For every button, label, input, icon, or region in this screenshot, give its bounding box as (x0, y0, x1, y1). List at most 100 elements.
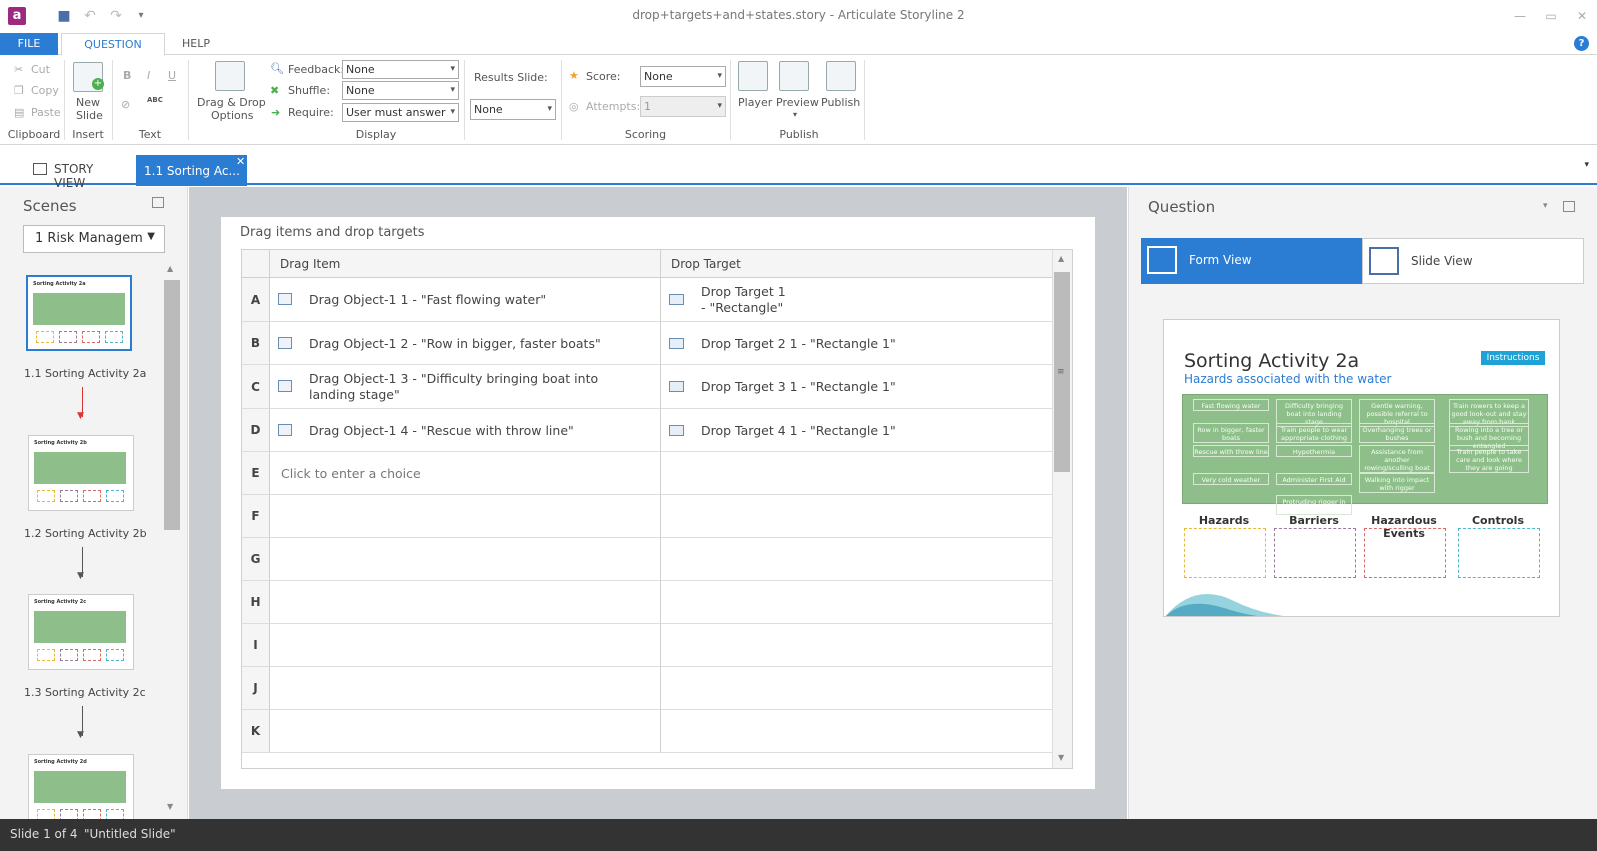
group-label-display: Display (355, 128, 397, 141)
status-slide-count: Slide 1 of 4 (10, 827, 78, 841)
drag-item-cell[interactable] (270, 624, 660, 667)
drop-target-cell[interactable]: Drop Target 4 1 - "Rectangle 1" (660, 409, 1072, 452)
drop-target-cell[interactable] (660, 538, 1072, 581)
require-dropdown[interactable]: User must answer (342, 103, 459, 122)
tab-question[interactable]: QUESTION (61, 33, 165, 56)
drag-drop-options-icon[interactable] (215, 61, 245, 91)
scenes-scrollbar-thumb[interactable] (164, 280, 180, 530)
drop-target-cell[interactable] (660, 710, 1072, 753)
drag-item-cell[interactable]: Drag Object-1 1 - "Fast flowing water" (270, 278, 660, 322)
drop-target-cell[interactable]: Drop Target 3 1 - "Rectangle 1" (660, 365, 1072, 409)
scroll-up-icon[interactable]: ▲ (1058, 254, 1064, 263)
publish-icon[interactable] (826, 61, 856, 91)
ribbon: ✂ Cut ❐ Copy ▤ Paste Clipboard + New Sli… (0, 56, 1597, 145)
preview-button[interactable]: Preview (776, 96, 819, 109)
scene-thumbnail[interactable]: Sorting Activity 2b (28, 435, 134, 511)
new-slide-label-2[interactable]: Slide (76, 109, 103, 122)
drag-item-cell[interactable]: Drag Object-1 4 - "Rescue with throw lin… (270, 409, 660, 452)
paste-icon[interactable]: ▤ (14, 106, 24, 119)
preview-icon[interactable] (779, 61, 809, 91)
thumbnail-chip-area (34, 611, 126, 643)
feedback-dropdown[interactable]: None (342, 60, 459, 79)
separator (730, 60, 731, 140)
spell-check-button[interactable]: ABC (147, 96, 163, 104)
drag-item-cell[interactable] (270, 581, 660, 624)
form-view-button[interactable]: Form View (1141, 238, 1362, 284)
row-letter: H (242, 581, 270, 624)
tab-help[interactable]: HELP (170, 33, 222, 55)
scene-dropdown-value: 1 Risk Managem (35, 231, 143, 246)
drag-item-cell[interactable]: Drag Object-1 2 - "Row in bigger, faster… (270, 322, 660, 365)
underline-button[interactable]: U (168, 69, 176, 82)
help-icon[interactable]: ? (1574, 36, 1589, 51)
drop-target-cell[interactable] (660, 581, 1072, 624)
copy-icon[interactable]: ❐ (14, 84, 24, 97)
tabs-overflow-chevron-down-icon[interactable]: ▾ (1584, 160, 1589, 170)
thumbnail-drop-box (83, 490, 101, 502)
scroll-up-icon[interactable]: ▲ (167, 264, 173, 273)
link-icon[interactable]: ⊘ (121, 98, 130, 111)
chevron-down-icon[interactable]: ▾ (1543, 201, 1548, 211)
drag-drop-options-label-1[interactable]: Drag & Drop (197, 96, 266, 109)
preview-drag-chip: Overhanging trees or bushes (1359, 423, 1435, 443)
slide-view-button[interactable]: Slide View (1362, 238, 1584, 284)
drag-item-cell[interactable] (270, 538, 660, 581)
scenes-title: Scenes (23, 197, 77, 215)
shuffle-dropdown[interactable]: None (342, 81, 459, 100)
tab-close-icon[interactable]: ✕ (236, 155, 245, 168)
drop-target-cell[interactable]: Drop Target 2 1 - "Rectangle 1" (660, 322, 1072, 365)
drag-item-cell[interactable] (270, 495, 660, 538)
scene-thumbnail-label: 1.1 Sorting Activity 2a (24, 367, 147, 380)
drop-target-cell[interactable] (660, 452, 1072, 495)
tab-story-view[interactable]: STORY VIEW (25, 158, 125, 190)
drop-target-cell[interactable]: Drop Target 1 - "Rectangle" (660, 278, 1072, 322)
drag-item-cell[interactable] (270, 710, 660, 753)
copy-button[interactable]: Copy (31, 84, 59, 97)
attempts-dropdown[interactable]: 1 (640, 96, 726, 117)
player-button[interactable]: Player (738, 96, 772, 109)
drag-item-cell[interactable]: Drag Object-1 3 - "Difficulty bringing b… (270, 365, 660, 409)
group-label-text: Text (138, 128, 162, 141)
tab-slide[interactable]: 1.1 Sorting Ac... (136, 155, 247, 186)
scene-thumbnail[interactable]: Sorting Activity 2c (28, 594, 134, 670)
tab-story-view-label: STORY VIEW (54, 162, 94, 190)
drop-target-cell[interactable] (660, 624, 1072, 667)
paste-button[interactable]: Paste (31, 106, 61, 119)
italic-button[interactable]: I (147, 69, 150, 82)
scroll-down-icon[interactable]: ▼ (167, 802, 173, 811)
preview-chevron-down-icon[interactable]: ▾ (793, 110, 797, 119)
maximize-icon[interactable]: ▭ (1536, 6, 1566, 26)
scene-thumbnail[interactable]: Sorting Activity 2a (26, 275, 132, 351)
preview-drag-chip: Administer First Aid (1276, 473, 1352, 485)
drag-drop-options-label-2[interactable]: Options (211, 109, 253, 122)
cut-icon[interactable]: ✂ (14, 63, 23, 76)
panel-restore-icon[interactable] (1563, 201, 1575, 212)
minimize-icon[interactable]: — (1505, 6, 1535, 26)
drop-target-cell[interactable] (660, 667, 1072, 710)
new-slide-label-1[interactable]: New (76, 96, 100, 109)
drop-target-icon (669, 338, 684, 349)
slide-preview: Sorting Activity 2a Hazards associated w… (1163, 319, 1560, 617)
bold-button[interactable]: B (123, 69, 131, 82)
preview-title: Sorting Activity 2a (1184, 350, 1360, 372)
cut-button[interactable]: Cut (31, 63, 50, 76)
player-icon[interactable] (738, 61, 768, 91)
drop-target-text: Drop Target 3 1 - "Rectangle 1" (701, 379, 896, 394)
drop-target-cell[interactable] (660, 495, 1072, 538)
results-slide-dropdown[interactable]: None (470, 99, 556, 120)
thumbnail-chip-area (34, 452, 126, 484)
row-letter: C (242, 365, 270, 409)
scene-dropdown[interactable]: 1 Risk Managem ▼ (23, 225, 165, 253)
tab-file[interactable]: FILE (0, 33, 58, 55)
drop-target-icon (669, 381, 684, 392)
panel-restore-icon[interactable] (152, 197, 164, 208)
table-corner (242, 250, 270, 278)
close-icon[interactable]: ✕ (1567, 6, 1597, 26)
preview-drag-chip: Rescue with throw line (1193, 445, 1269, 457)
separator (188, 60, 189, 140)
publish-button[interactable]: Publish (821, 96, 860, 109)
score-dropdown[interactable]: None (640, 66, 726, 87)
drag-item-cell[interactable]: Click to enter a choice (270, 452, 660, 495)
drag-item-cell[interactable] (270, 667, 660, 710)
scroll-down-icon[interactable]: ▼ (1058, 753, 1064, 762)
